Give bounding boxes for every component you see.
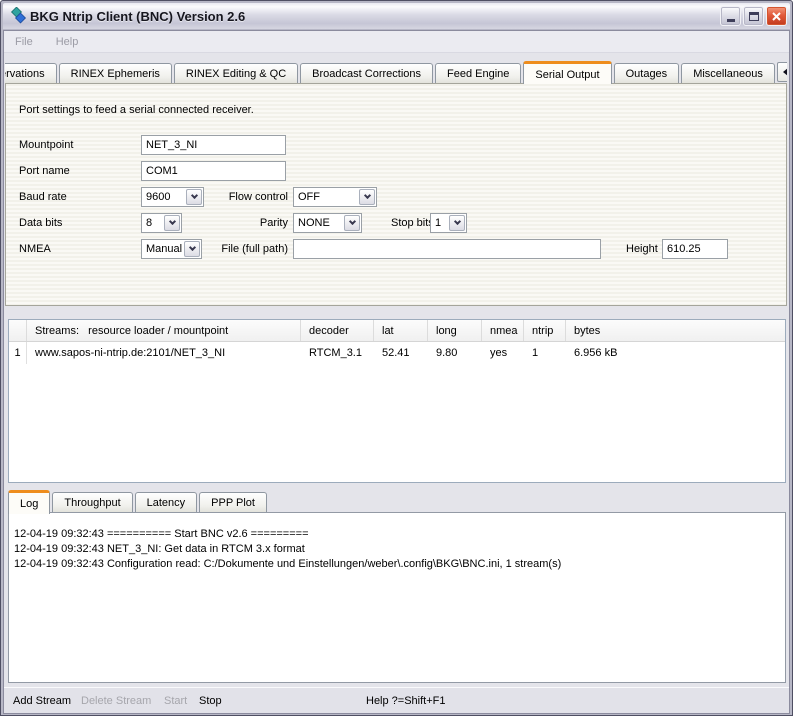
chevron-down-icon (344, 215, 360, 231)
mountpoint-label: Mountpoint (19, 139, 73, 151)
file-path-label: File (full path) (206, 243, 288, 255)
left-arrow-icon (783, 68, 787, 76)
bottom-tabbar: Log Throughput Latency PPP Plot (8, 490, 269, 513)
port-name-label: Port name (19, 165, 70, 177)
parity-select[interactable]: NONE (293, 213, 362, 233)
tab-miscellaneous[interactable]: Miscellaneous (681, 63, 775, 84)
tab-feed-engine[interactable]: Feed Engine (435, 63, 521, 84)
row-number-header (9, 320, 27, 341)
add-stream-button[interactable]: Add Stream (13, 695, 71, 707)
row-number: 1 (9, 342, 27, 364)
bkg-logo-icon (9, 7, 27, 25)
streams-table-header: Streams: resource loader / mountpoint de… (9, 320, 785, 342)
tab-log[interactable]: Log (8, 490, 50, 514)
baud-rate-label: Baud rate (19, 191, 67, 203)
stop-button[interactable]: Stop (199, 695, 222, 707)
mountpoint-field[interactable] (141, 135, 286, 155)
stop-bits-label: Stop bits (391, 217, 434, 229)
menubar: File Help (4, 31, 789, 53)
cell-bytes: 6.956 kB (566, 342, 785, 364)
window-title: BKG Ntrip Client (BNC) Version 2.6 (30, 9, 245, 24)
pane-description: Port settings to feed a serial connected… (19, 104, 254, 116)
client-area: File Help ervations RINEX Ephemeris RINE… (3, 30, 790, 714)
height-label: Height (626, 243, 658, 255)
nmea-label: NMEA (19, 243, 51, 255)
maximize-button[interactable] (743, 6, 764, 26)
chevron-down-icon (359, 189, 375, 205)
cell-ntrip: 1 (524, 342, 566, 364)
help-hint: Help ?=Shift+F1 (366, 695, 446, 707)
log-line: 12-04-19 09:32:43 ========== Start BNC v… (14, 527, 777, 542)
col-lat: lat (374, 320, 428, 341)
main-tabbar: ervations RINEX Ephemeris RINEX Editing … (5, 59, 787, 84)
log-line: 12-04-19 09:32:43 NET_3_NI: Get data in … (14, 542, 777, 557)
stop-bits-select[interactable]: 1 (430, 213, 467, 233)
statusbar: Add Stream Delete Stream Start Stop Help… (4, 687, 789, 713)
tab-broadcast-corrections[interactable]: Broadcast Corrections (300, 63, 433, 84)
minimize-icon (727, 19, 735, 22)
file-path-field[interactable] (293, 239, 601, 259)
col-ntrip: ntrip (524, 320, 566, 341)
close-icon (772, 12, 781, 21)
tab-ppp-plot[interactable]: PPP Plot (199, 492, 267, 513)
chevron-down-icon (184, 241, 200, 257)
log-line: 12-04-19 09:32:43 Configuration read: C:… (14, 557, 777, 572)
chevron-down-icon (449, 215, 465, 231)
cell-mountpoint: www.sapos-ni-ntrip.de:2101/NET_3_NI (27, 342, 301, 364)
cell-long: 9.80 (428, 342, 482, 364)
close-button[interactable] (766, 6, 787, 26)
menu-file[interactable]: File (15, 36, 33, 48)
titlebar[interactable]: BKG Ntrip Client (BNC) Version 2.6 (3, 3, 790, 29)
nmea-select[interactable]: Manual (141, 239, 202, 259)
start-button[interactable]: Start (164, 695, 187, 707)
log-output: 12-04-19 09:32:43 ========== Start BNC v… (8, 512, 786, 683)
data-bits-select[interactable]: 8 (141, 213, 182, 233)
maximize-icon (749, 12, 759, 21)
flow-control-label: Flow control (156, 191, 288, 203)
col-bytes: bytes (566, 320, 785, 341)
tab-observations[interactable]: ervations (5, 63, 57, 84)
cell-lat: 52.41 (374, 342, 428, 364)
tab-latency[interactable]: Latency (135, 492, 198, 513)
chevron-down-icon (164, 215, 180, 231)
table-row[interactable]: 1 www.sapos-ni-ntrip.de:2101/NET_3_NI RT… (9, 342, 785, 364)
serial-output-pane: Port settings to feed a serial connected… (5, 83, 787, 306)
tab-throughput[interactable]: Throughput (52, 492, 132, 513)
data-bits-label: Data bits (19, 217, 62, 229)
parity-label: Parity (206, 217, 288, 229)
cell-nmea: yes (482, 342, 524, 364)
tab-outages[interactable]: Outages (614, 63, 680, 84)
tab-serial-output[interactable]: Serial Output (523, 61, 611, 84)
app-window: BKG Ntrip Client (BNC) Version 2.6 File … (0, 0, 793, 716)
col-long: long (428, 320, 482, 341)
delete-stream-button[interactable]: Delete Stream (81, 695, 151, 707)
tab-rinex-ephemeris[interactable]: RINEX Ephemeris (59, 63, 172, 84)
col-decoder: decoder (301, 320, 374, 341)
streams-table: Streams: resource loader / mountpoint de… (8, 319, 786, 483)
tab-scroll-left-button[interactable] (777, 62, 787, 82)
minimize-button[interactable] (720, 6, 741, 26)
menu-help[interactable]: Help (56, 36, 79, 48)
col-mountpoint: Streams: resource loader / mountpoint (27, 320, 301, 341)
col-nmea: nmea (482, 320, 524, 341)
tab-rinex-editing-qc[interactable]: RINEX Editing & QC (174, 63, 298, 84)
flow-control-select[interactable]: OFF (293, 187, 377, 207)
cell-decoder: RTCM_3.1 (301, 342, 374, 364)
port-name-field[interactable] (141, 161, 286, 181)
height-field[interactable] (662, 239, 728, 259)
